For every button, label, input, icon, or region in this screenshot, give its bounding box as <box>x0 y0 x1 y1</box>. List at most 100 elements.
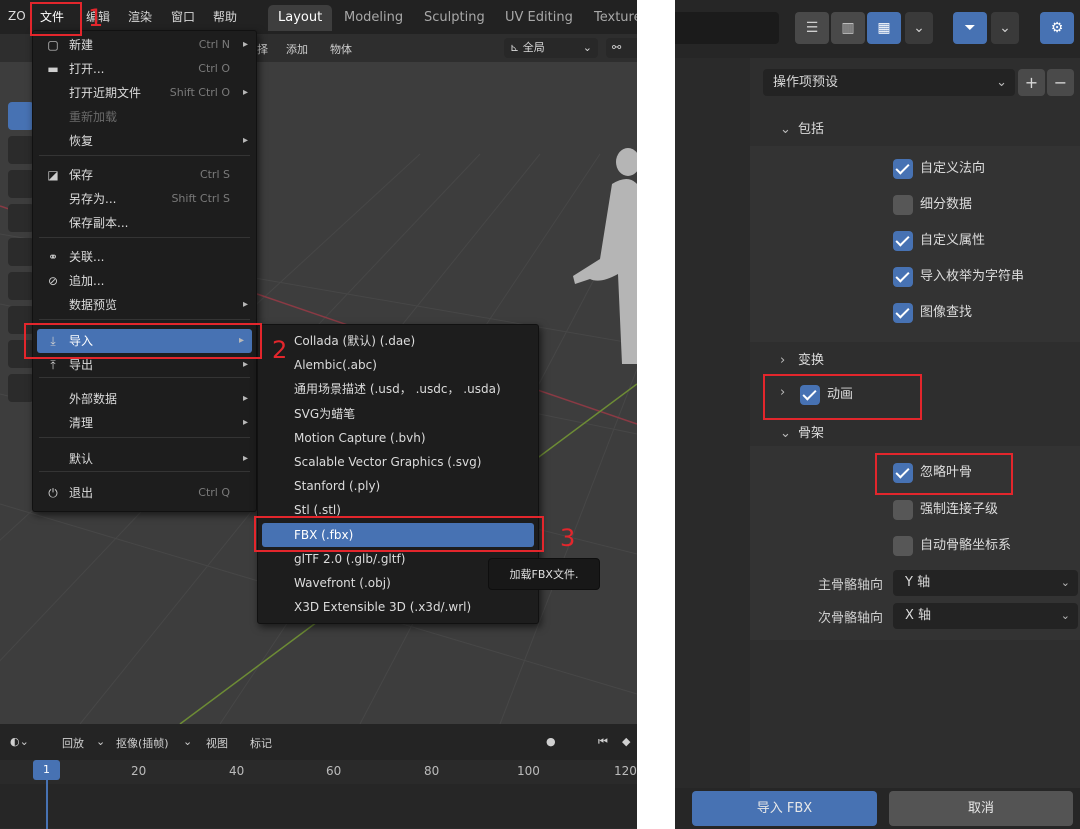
menu-window[interactable]: 窗口 <box>171 8 195 25</box>
checkbox-checked-icon[interactable] <box>893 231 913 251</box>
import-format-item[interactable]: Alembic(.abc) <box>258 353 538 377</box>
timeline-keying-menu[interactable]: 抠像(插帧) <box>116 735 169 751</box>
checkbox-unchecked-icon[interactable] <box>893 536 913 556</box>
menu-separator <box>39 377 250 378</box>
filter-icon[interactable]: ⏷ <box>953 12 987 44</box>
timeline-view-menu[interactable]: 视图 <box>206 735 228 751</box>
file-menu-item[interactable]: ⊘ 追加... <box>33 269 256 293</box>
import-format-item[interactable]: Scalable Vector Graphics (.svg) <box>258 450 538 474</box>
file-menu-item[interactable]: 保存副本... <box>33 211 256 235</box>
blender-logo-icon[interactable]: ZO <box>8 9 26 23</box>
file-menu-item[interactable]: 打开近期文件 Shift Ctrl O ▸ <box>33 81 256 105</box>
viewport-menu-object[interactable]: 物体 <box>330 41 352 57</box>
rotate-tool-icon[interactable] <box>8 204 34 232</box>
import-format-item[interactable]: Motion Capture (.bvh) <box>258 426 538 450</box>
import-fbx-button[interactable]: 导入 FBX <box>692 791 877 826</box>
import-format-item[interactable]: Collada (默认) (.dae) <box>258 329 538 353</box>
primary-bone-axis-dropdown[interactable]: Y 轴 ⌄ <box>893 570 1078 596</box>
menu-separator <box>39 155 250 156</box>
menu-item-label: 默认 <box>69 452 94 466</box>
checkbox-unchecked-icon[interactable] <box>893 500 913 520</box>
file-menu-item[interactable]: ⚭ 关联... <box>33 245 256 269</box>
import-format-item[interactable]: Stanford (.ply) <box>258 474 538 498</box>
chevron-right-icon: › <box>780 353 786 368</box>
cursor-tool-icon[interactable] <box>8 136 34 164</box>
file-menu-item[interactable]: 另存为... Shift Ctrl S <box>33 187 256 211</box>
tab-layout[interactable]: Layout <box>268 5 333 31</box>
menu-render[interactable]: 渲染 <box>128 8 152 25</box>
include-section-title: 包括 <box>798 122 825 137</box>
auto-keying-icon[interactable]: ● <box>546 735 556 748</box>
file-menu-item[interactable]: ▢ 新建 Ctrl N ▸ <box>33 33 256 57</box>
tab-texture[interactable]: Texture <box>584 5 637 31</box>
import-format-item[interactable]: X3D Extensible 3D (.x3d/.wrl) <box>258 595 538 619</box>
file-menu-item[interactable]: 重新加载 <box>33 105 256 129</box>
option-label: 自定义属性 <box>920 233 986 248</box>
menu-item-label: 保存副本... <box>69 216 129 230</box>
add-preset-button[interactable]: + <box>1018 69 1045 96</box>
armature-section-header[interactable]: ⌄ 骨架 <box>780 422 824 441</box>
file-menu-item[interactable]: 外部数据 ▸ <box>33 387 256 411</box>
chevron-down-icon[interactable]: ⌄ <box>991 12 1019 44</box>
file-menu-item[interactable]: 清理 ▸ <box>33 411 256 435</box>
checkbox-unchecked-icon[interactable] <box>893 195 913 215</box>
current-frame-indicator[interactable]: 1 <box>33 760 60 780</box>
path-field[interactable] <box>675 12 779 44</box>
file-menu-item[interactable]: ◪ 保存 Ctrl S <box>33 163 256 187</box>
file-list-area[interactable] <box>675 58 750 788</box>
annotation-box-import <box>24 323 262 359</box>
move-tool-icon[interactable] <box>8 170 34 198</box>
transform-section-header[interactable]: › 变换 <box>780 349 824 368</box>
submenu-arrow-icon: ▸ <box>242 417 248 428</box>
secondary-bone-axis-dropdown[interactable]: X 轴 ⌄ <box>893 603 1078 629</box>
orientation-dropdown[interactable]: ⊾ 全局 ⌄ <box>504 38 598 58</box>
timeline: ◐⌄ 回放 ⌄ 抠像(插帧) ⌄ 视图 标记 ● ⏮ ◆ 1 20 40 60 … <box>0 724 637 829</box>
checkbox-checked-icon[interactable] <box>893 159 913 179</box>
timeline-marker-menu[interactable]: 标记 <box>250 735 272 751</box>
import-format-item[interactable]: SVG为蜡笔 <box>258 402 538 426</box>
chevron-down-icon[interactable]: ⌄ <box>905 12 933 44</box>
chevron-down-icon: ⌄ <box>1060 576 1070 589</box>
chevron-down-icon: ⌄ <box>96 735 106 748</box>
jump-start-icon[interactable]: ⏮ <box>598 735 608 749</box>
timeline-track[interactable] <box>0 784 637 828</box>
timeline-playback-menu[interactable]: 回放 <box>62 735 84 751</box>
cancel-button[interactable]: 取消 <box>889 791 1073 826</box>
file-menu-item[interactable]: 默认 ▸ <box>33 447 256 471</box>
scale-tool-icon[interactable] <box>8 238 34 266</box>
menu-item-label: 退出 <box>69 486 94 500</box>
viewport-menu-add[interactable]: 添加 <box>286 41 308 57</box>
remove-preset-button[interactable]: − <box>1047 69 1074 96</box>
viewport-menu-select[interactable]: 择 <box>257 41 268 57</box>
file-menu-item[interactable]: ⏻ 退出 Ctrl Q <box>33 481 256 505</box>
thumbnails-icon[interactable]: ▦ <box>867 12 901 44</box>
operator-preset-dropdown[interactable]: 操作项预设 ⌄ <box>763 69 1015 96</box>
file-menu-item[interactable]: ▬ 打开... Ctrl O <box>33 57 256 81</box>
horizontal-list-icon[interactable]: ▥ <box>831 12 865 44</box>
menu-shortcut: Ctrl O <box>198 62 230 75</box>
select-tool-icon[interactable] <box>8 102 34 130</box>
transform-tool-icon[interactable] <box>8 272 34 300</box>
file-menu-item[interactable]: 数据预览 ▸ <box>33 293 256 317</box>
keyframe-icon[interactable]: ◆ <box>622 735 630 748</box>
include-section-header[interactable]: ⌄ 包括 <box>780 118 824 137</box>
dialog-footer: 导入 FBX 取消 <box>675 788 1080 829</box>
add-cube-tool-icon[interactable] <box>8 374 34 402</box>
checkbox-checked-icon[interactable] <box>893 267 913 287</box>
snapping-dropdown[interactable]: ⚯ <box>606 38 637 58</box>
annotation-number-2: 2 <box>272 336 288 364</box>
vertical-list-icon[interactable]: ☰ <box>795 12 829 44</box>
checkbox-checked-icon[interactable] <box>893 303 913 323</box>
tab-sculpting[interactable]: Sculpting <box>414 5 495 31</box>
tab-uv-editing[interactable]: UV Editing <box>495 5 583 31</box>
file-menu-item[interactable]: 恢复 ▸ <box>33 129 256 153</box>
menu-item-label: 重新加载 <box>69 110 118 124</box>
import-format-item[interactable]: 通用场景描述 (.usd， .usdc， .usda) <box>258 377 538 401</box>
menu-help[interactable]: 帮助 <box>213 8 237 25</box>
annotation-box-ignore-leaf-bones <box>875 453 1013 495</box>
tab-modeling[interactable]: Modeling <box>334 5 413 31</box>
editor-type-icon[interactable]: ◐⌄ <box>10 735 29 748</box>
timeline-tick: 80 <box>424 764 440 778</box>
append-icon: ⊘ <box>47 274 59 288</box>
gear-icon[interactable]: ⚙ <box>1040 12 1074 44</box>
